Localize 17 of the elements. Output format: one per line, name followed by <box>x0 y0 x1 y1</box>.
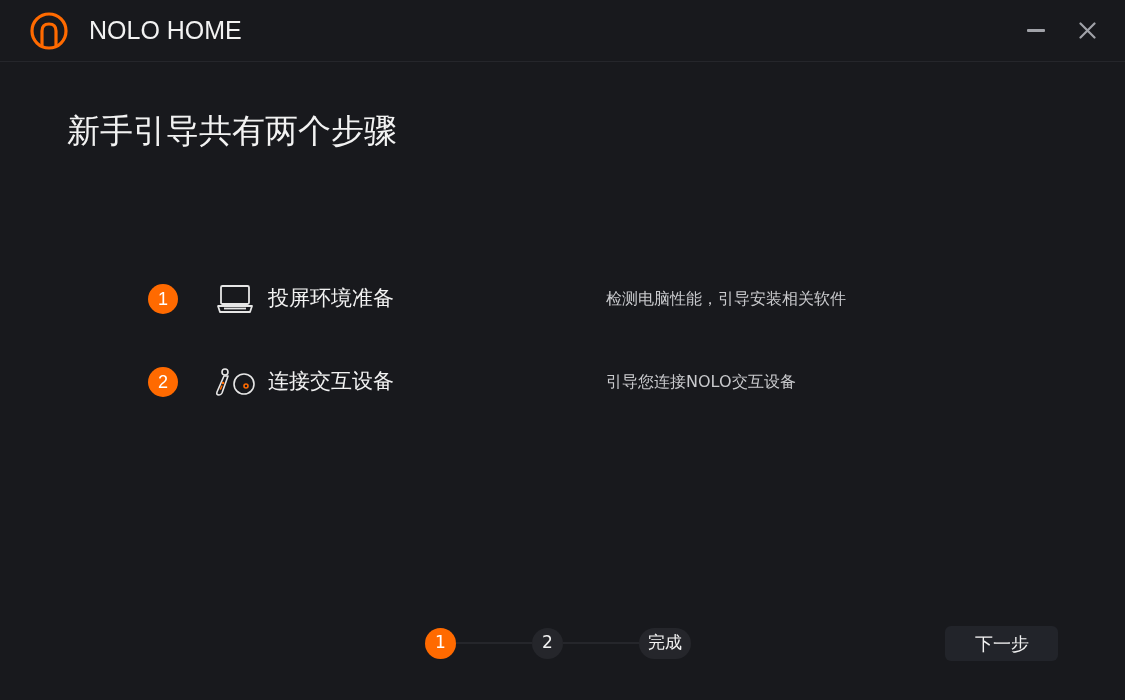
minimize-icon <box>1027 29 1045 32</box>
controller-icon <box>214 367 256 397</box>
step-description: 引导您连接NOLO交互设备 <box>606 371 796 393</box>
laptop-icon <box>216 284 254 314</box>
close-icon <box>1078 22 1096 39</box>
progress-step: 1 <box>425 627 456 659</box>
step-number-badge: 1 <box>148 284 178 314</box>
step-number-badge: 2 <box>148 367 178 397</box>
next-button[interactable]: 下一步 <box>945 625 1058 661</box>
page-heading: 新手引导共有两个步骤 <box>67 110 398 151</box>
progress-step: 完成 <box>639 627 691 659</box>
step-description: 检测电脑性能，引导安装相关软件 <box>606 288 846 310</box>
step-title: 投屏环境准备 <box>268 285 395 313</box>
step-title: 连接交互设备 <box>268 368 395 396</box>
progress-step: 2 <box>532 627 563 659</box>
arch-logo-icon <box>30 11 68 50</box>
window-title: NOLO HOME <box>89 14 242 46</box>
